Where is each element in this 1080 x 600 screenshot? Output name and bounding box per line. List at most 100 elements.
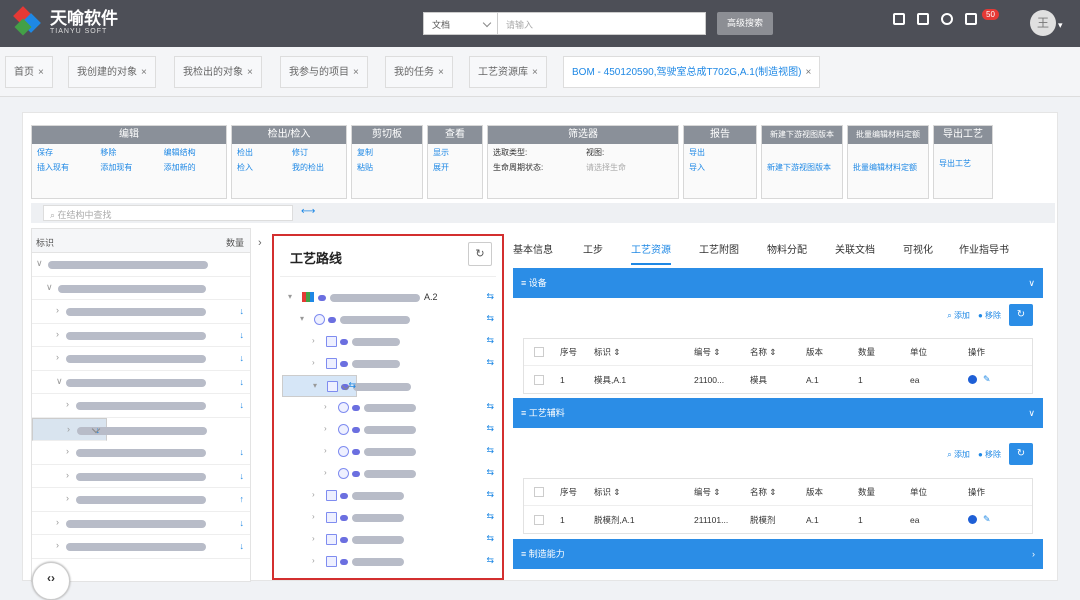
tab-bom[interactable]: BOM - 450120590,驾驶室总成T702G,A.1(制造视图) ×	[563, 56, 821, 88]
chevron-right-icon[interactable]: ›	[312, 490, 315, 499]
section-materials[interactable]: ≡ 工艺辅料 ∨	[513, 398, 1043, 428]
action-icon[interactable]: ⇆	[486, 423, 494, 434]
app-logo[interactable]: 天喻软件 TIANYU SOFT	[13, 6, 118, 37]
tab-home[interactable]: 首页 ×	[5, 56, 53, 88]
tree-node[interactable]: › ⇆	[282, 419, 494, 441]
tree-node-root[interactable]: ▾ A.2 ⇆	[282, 287, 494, 309]
close-icon[interactable]: ×	[353, 67, 359, 78]
table-row[interactable]: 1 模具,A.1 21100... 模具 A.1 1 ea ✎	[524, 366, 1032, 393]
edit-icon[interactable]: ✎	[983, 514, 991, 525]
chevron-right-icon[interactable]: ›	[56, 517, 59, 527]
tab-process-drawings[interactable]: 工艺附图	[699, 234, 739, 263]
tab-visualization[interactable]: 可视化	[903, 234, 933, 263]
action-icon[interactable]: ⇆	[486, 445, 494, 456]
chevron-down-icon[interactable]: ∨	[1028, 268, 1035, 298]
import-button[interactable]: 导入	[689, 162, 751, 173]
search-type-select[interactable]: 文档	[423, 12, 498, 35]
column-header[interactable]: 标识 ⇕	[590, 346, 690, 358]
chevron-right-icon[interactable]: ›	[66, 399, 69, 409]
action-icon[interactable]: ⇆	[486, 489, 494, 500]
table-row[interactable]: ∨	[32, 277, 250, 300]
clock-icon[interactable]	[941, 13, 953, 25]
column-header-qty[interactable]: 数量	[226, 236, 244, 249]
action-icon[interactable]: ⇆	[486, 335, 494, 346]
batch-edit-button[interactable]: 批量编辑材料定额	[853, 162, 923, 173]
action-icon[interactable]: ⇆	[486, 555, 494, 566]
chevron-right-icon[interactable]: ›	[66, 446, 69, 456]
column-header[interactable]: 标识 ⇕	[590, 486, 690, 498]
cell-id[interactable]: 模具,A.1	[590, 374, 690, 386]
edit-structure-button[interactable]: 编辑结构	[164, 147, 221, 158]
display-button[interactable]: 显示	[433, 147, 477, 158]
refresh-button[interactable]: ↻	[468, 242, 492, 266]
cell-id[interactable]: 脱模剂,A.1	[590, 514, 690, 526]
close-icon[interactable]: ×	[438, 67, 444, 78]
remove-button[interactable]: ● 移除	[978, 310, 1001, 321]
chevron-down-icon[interactable]: ▾	[313, 381, 317, 390]
tree-node[interactable]: › ⇆	[282, 485, 494, 507]
lifecycle-select[interactable]: 请选择生命	[586, 162, 673, 173]
delete-icon[interactable]	[968, 515, 977, 524]
tab-checked-out[interactable]: 我检出的对象 ×	[174, 56, 262, 88]
tab-work-instructions[interactable]: 作业指导书	[959, 234, 1009, 263]
close-icon[interactable]: ×	[532, 67, 538, 78]
column-header[interactable]: 编号 ⇕	[690, 346, 746, 358]
chevron-down-icon[interactable]: ∨	[36, 258, 43, 269]
chevron-right-icon[interactable]: ›	[56, 305, 59, 315]
chevron-right-icon[interactable]: ›	[56, 329, 59, 339]
my-checkouts-button[interactable]: 我的检出	[292, 162, 341, 173]
table-row[interactable]: › ↓	[32, 512, 250, 535]
checkout-button[interactable]: 检出	[237, 147, 286, 158]
chevron-right-icon[interactable]: ›	[56, 352, 59, 362]
chevron-right-icon[interactable]: ›	[312, 556, 315, 565]
tab-projects[interactable]: 我参与的项目 ×	[280, 56, 368, 88]
add-button[interactable]: ⌕ 添加	[947, 310, 970, 321]
action-icon[interactable]: ⇆	[486, 313, 494, 324]
action-icon[interactable]: ⇆	[486, 511, 494, 522]
add-existing-button[interactable]: 添加现有	[100, 162, 157, 173]
column-header[interactable]: 名称 ⇕	[746, 346, 802, 358]
table-row[interactable]: › ↓	[32, 417, 207, 441]
close-icon[interactable]: ×	[247, 67, 253, 78]
chevron-right-icon[interactable]: ›	[56, 540, 59, 550]
tree-node[interactable]: › ⇆	[282, 397, 494, 419]
remove-button[interactable]: 移除	[100, 147, 157, 158]
tab-created[interactable]: 我创建的对象 ×	[68, 56, 156, 88]
new-view-version-button[interactable]: 新建下游视图版本	[767, 162, 837, 173]
table-row[interactable]: ∨ ↓	[32, 371, 250, 394]
tab-basic-info[interactable]: 基本信息	[513, 234, 553, 263]
chevron-right-icon[interactable]: ›	[312, 336, 315, 345]
chevron-right-icon[interactable]: ›	[324, 446, 327, 455]
select-all-checkbox[interactable]	[534, 347, 544, 357]
close-icon[interactable]: ×	[38, 67, 44, 78]
expand-button[interactable]: 展开	[433, 162, 477, 173]
paste-button[interactable]: 粘贴	[357, 162, 417, 173]
table-row[interactable]: 1 脱模剂,A.1 211101... 脱模剂 A.1 1 ea ✎	[524, 506, 1032, 533]
action-icon[interactable]: ⇆	[486, 291, 494, 302]
tab-steps[interactable]: 工步	[583, 234, 603, 263]
chevron-right-icon[interactable]: ›	[312, 512, 315, 521]
copy-button[interactable]: 复制	[357, 147, 417, 158]
table-row[interactable]: › ↓	[32, 324, 250, 347]
tree-node[interactable]: › ⇆	[282, 507, 494, 529]
chevron-down-icon[interactable]: ∨	[56, 376, 63, 387]
structure-search-input[interactable]: ⌕ 在结构中查找	[43, 205, 293, 221]
export-process-button[interactable]: 导出工艺	[939, 158, 987, 169]
tree-node[interactable]: › ⇆	[282, 529, 494, 551]
export-button[interactable]: 导出	[689, 147, 751, 158]
refresh-button[interactable]: ↻	[1009, 304, 1033, 326]
tree-node-selected[interactable]: ▾ ⇆	[282, 375, 411, 397]
chevron-right-icon[interactable]: ›	[1032, 539, 1035, 569]
chevron-down-icon[interactable]: ▾	[288, 292, 292, 301]
grid-icon[interactable]	[893, 13, 905, 25]
table-row[interactable]: › ↓	[32, 465, 250, 488]
floating-help-button[interactable]: ‹›	[32, 562, 70, 600]
tab-tasks[interactable]: 我的任务 ×	[385, 56, 453, 88]
tab-process-resources[interactable]: 工艺资源	[631, 234, 671, 265]
chevron-down-icon[interactable]: ∨	[46, 282, 53, 293]
edit-icon[interactable]: ✎	[983, 374, 991, 385]
action-icon[interactable]: ⇆	[486, 467, 494, 478]
tree-node[interactable]: ▾ ⇆	[282, 309, 494, 331]
chevron-right-icon[interactable]: ›	[324, 402, 327, 411]
remove-button[interactable]: ● 移除	[978, 449, 1001, 460]
